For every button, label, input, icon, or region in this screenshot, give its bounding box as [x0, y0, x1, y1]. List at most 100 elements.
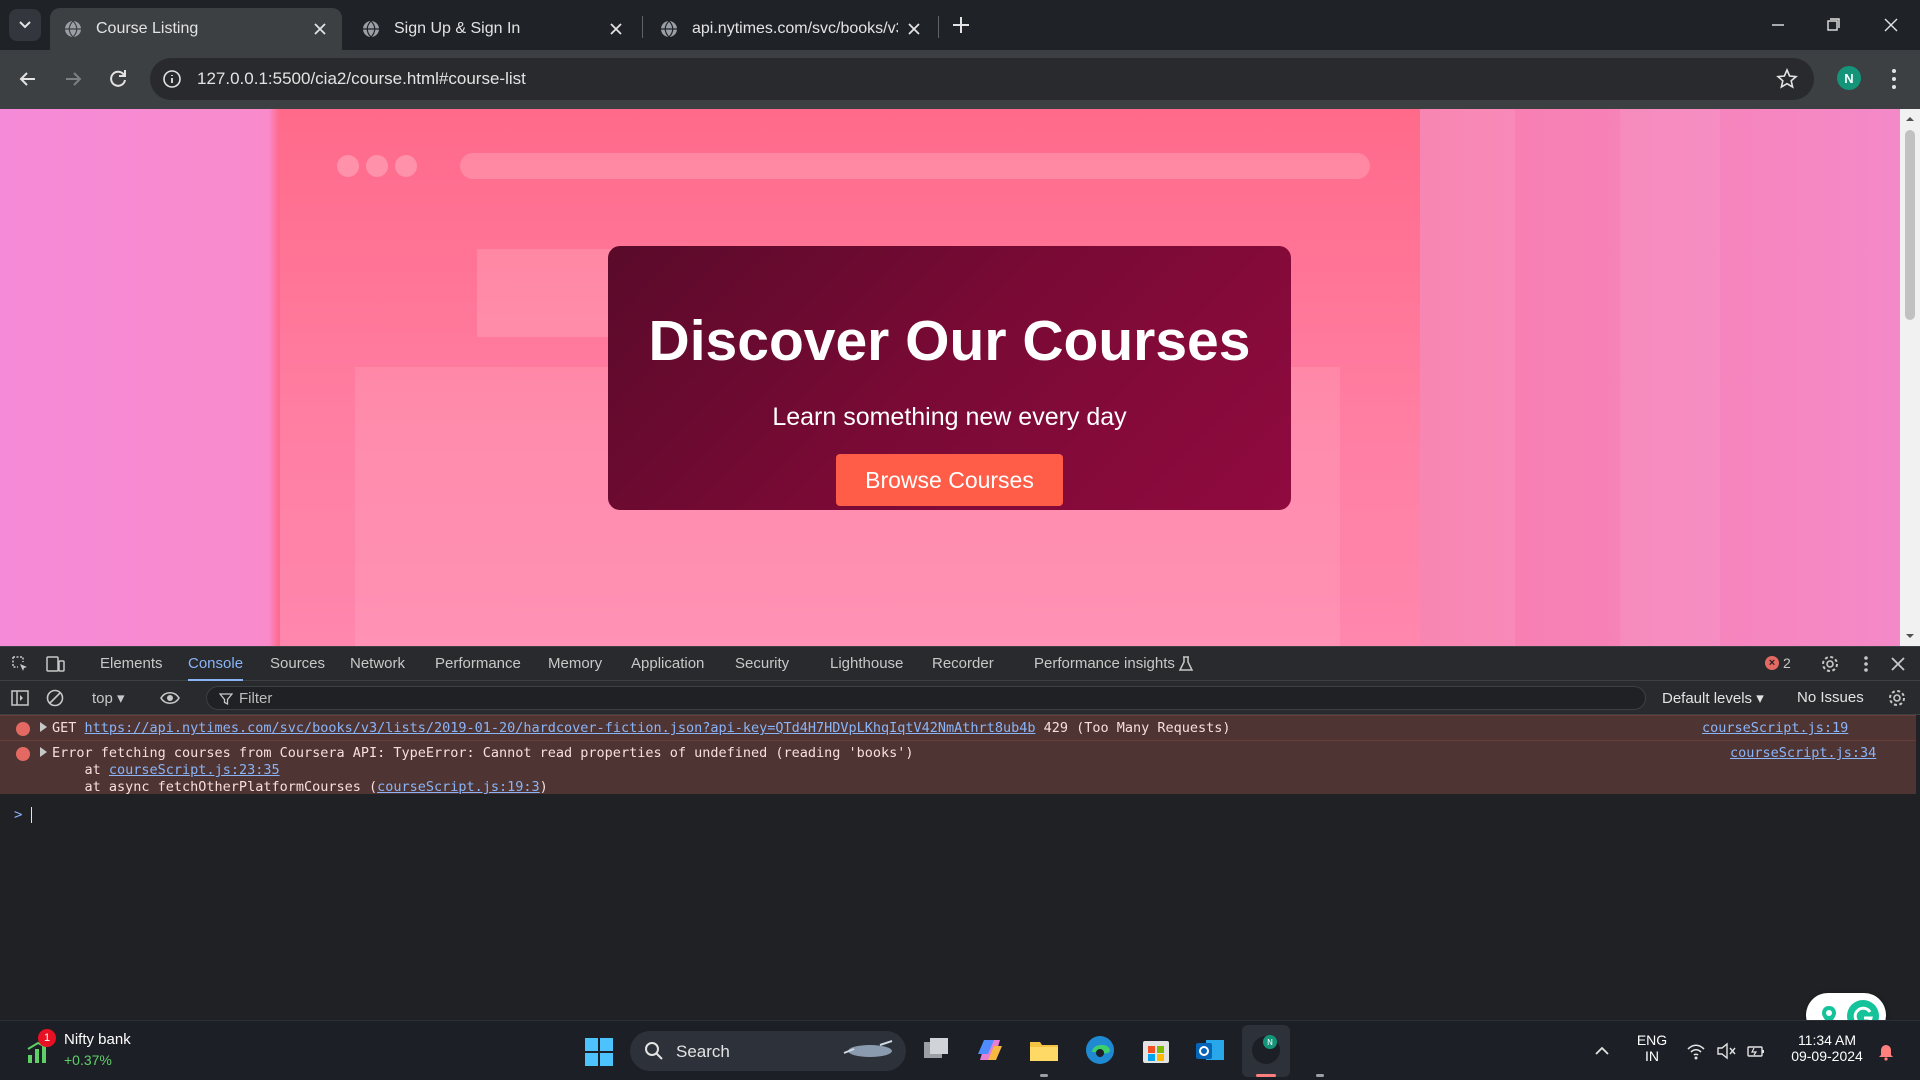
- device-toolbar-icon[interactable]: [45, 654, 65, 674]
- close-icon[interactable]: [1888, 654, 1908, 674]
- source-link[interactable]: courseScript.js:19: [1702, 720, 1848, 736]
- active-indicator: [1256, 1074, 1276, 1077]
- stock-name[interactable]: Nifty bank: [64, 1031, 131, 1048]
- devtools-tab-elements[interactable]: Elements: [100, 647, 163, 681]
- devtools-tab-memory[interactable]: Memory: [548, 647, 602, 681]
- tab-sign-up[interactable]: Sign Up & Sign In: [348, 8, 638, 50]
- stock-change: +0.37%: [64, 1052, 112, 1068]
- issues-counter[interactable]: No Issues: [1797, 689, 1864, 706]
- expand-triangle-icon[interactable]: [40, 722, 47, 732]
- stack-prefix: at async fetchOtherPlatformCourses (: [52, 779, 378, 795]
- console-prompt: >: [14, 807, 23, 823]
- devtools-tab-security[interactable]: Security: [735, 647, 789, 681]
- chrome-icon[interactable]: N: [1250, 1034, 1282, 1066]
- error-prefix: GET: [52, 720, 85, 736]
- console-input-caret[interactable]: [31, 807, 32, 823]
- region-code: IN: [1645, 1048, 1659, 1064]
- tab-course-listing[interactable]: Course Listing: [50, 8, 342, 50]
- background-strip: [1420, 109, 1515, 646]
- running-indicator: [1316, 1074, 1324, 1077]
- microsoft-store-icon[interactable]: [1140, 1034, 1172, 1066]
- windows-start-icon[interactable]: [584, 1037, 614, 1067]
- forward-arrow-icon[interactable]: [60, 66, 86, 92]
- devtools-tab-application[interactable]: Application: [631, 647, 704, 681]
- devtools-tab-performance-insights[interactable]: Performance insights: [1034, 647, 1175, 681]
- new-tab-icon[interactable]: [950, 14, 972, 36]
- clear-console-icon[interactable]: [45, 688, 65, 708]
- stack-link[interactable]: courseScript.js:19:3: [377, 779, 540, 795]
- globe-icon: [363, 20, 379, 38]
- stack-link[interactable]: courseScript.js:23:35: [109, 762, 280, 778]
- console-settings-gear-icon[interactable]: [1887, 688, 1907, 708]
- console-output: GET https://api.nytimes.com/svc/books/v3…: [0, 715, 1920, 1021]
- more-menu-icon[interactable]: [1882, 66, 1906, 92]
- source-link[interactable]: courseScript.js:34: [1730, 745, 1876, 761]
- speaker-muted-icon[interactable]: [1716, 1041, 1736, 1061]
- page-viewport: Discover Our Courses Learn something new…: [0, 109, 1920, 646]
- context-selector[interactable]: top ▾: [92, 689, 125, 707]
- scrollbar-thumb[interactable]: [1905, 130, 1915, 320]
- chevron-up-icon[interactable]: [1592, 1041, 1612, 1061]
- browser-tab-strip: Course Listing Sign Up & Sign In api.nyt…: [0, 0, 1920, 50]
- devtools-tab-console[interactable]: Console: [188, 647, 244, 681]
- devtools-tab-performance[interactable]: Performance: [435, 647, 521, 681]
- gear-icon[interactable]: [1820, 654, 1840, 674]
- site-info-icon[interactable]: [162, 69, 182, 89]
- language-indicator[interactable]: ENG IN: [1632, 1032, 1672, 1064]
- task-view-icon[interactable]: [920, 1034, 952, 1066]
- eye-icon[interactable]: [160, 688, 180, 708]
- error-count: 2: [1783, 655, 1791, 671]
- more-menu-icon[interactable]: [1856, 654, 1876, 674]
- globe-icon: [65, 20, 81, 38]
- language-code: ENG: [1636, 1032, 1668, 1048]
- devtools-tab-bar: Elements Console Sources Network Perform…: [0, 647, 1920, 681]
- bookmark-star-icon[interactable]: [1776, 68, 1798, 90]
- inspect-element-icon[interactable]: [10, 654, 30, 674]
- devtools-tab-sources[interactable]: Sources: [270, 647, 325, 681]
- wifi-icon[interactable]: [1686, 1041, 1706, 1061]
- stack-line: at async fetchOtherPlatformCourses (cour…: [52, 779, 548, 795]
- globe-icon: [661, 20, 677, 38]
- taskbar-search[interactable]: Search: [630, 1031, 906, 1071]
- context-value: top: [92, 690, 113, 707]
- browse-courses-button[interactable]: Browse Courses: [836, 454, 1063, 506]
- restore-icon[interactable]: [1820, 12, 1846, 38]
- window-close-icon[interactable]: [1878, 12, 1904, 38]
- scroll-up-icon[interactable]: [1905, 114, 1915, 124]
- edge-browser-icon[interactable]: [1084, 1034, 1116, 1066]
- error-count-badge[interactable]: × 2: [1765, 655, 1791, 671]
- sidebar-toggle-icon[interactable]: [10, 688, 30, 708]
- close-icon[interactable]: [906, 21, 922, 37]
- scroll-down-icon[interactable]: [1905, 631, 1915, 641]
- close-icon[interactable]: [312, 21, 328, 37]
- copilot-icon[interactable]: [974, 1034, 1006, 1066]
- address-bar[interactable]: 127.0.0.1:5500/cia2/course.html#course-l…: [150, 58, 1814, 100]
- devtools-tab-lighthouse[interactable]: Lighthouse: [830, 647, 903, 681]
- console-filter-input[interactable]: Filter: [206, 686, 1646, 710]
- tab-title: Course Listing: [96, 20, 199, 37]
- file-explorer-icon[interactable]: [1028, 1034, 1060, 1066]
- battery-icon[interactable]: [1746, 1041, 1766, 1061]
- expand-triangle-icon[interactable]: [40, 747, 47, 757]
- close-icon[interactable]: [608, 21, 624, 37]
- notification-bell-icon[interactable]: [1876, 1041, 1896, 1061]
- tab-nytimes-api[interactable]: api.nytimes.com/svc/books/v3/l: [646, 8, 936, 50]
- console-filter-bar: top ▾ Filter Default levels ▾ No Issues: [0, 681, 1920, 715]
- profile-avatar[interactable]: N: [1837, 66, 1861, 90]
- console-error-row[interactable]: Error fetching courses from Coursera API…: [0, 740, 1916, 795]
- devtools-tab-network[interactable]: Network: [350, 647, 405, 681]
- back-arrow-icon[interactable]: [15, 66, 41, 92]
- reload-icon[interactable]: [105, 66, 131, 92]
- log-levels-dropdown[interactable]: Default levels ▾: [1662, 689, 1764, 707]
- devtools-tab-recorder[interactable]: Recorder: [932, 647, 994, 681]
- tab-search-button[interactable]: [9, 9, 41, 41]
- search-label: Search: [676, 1042, 730, 1061]
- running-indicator: [1040, 1074, 1048, 1077]
- console-error-row[interactable]: GET https://api.nytimes.com/svc/books/v3…: [0, 715, 1916, 740]
- page-scrollbar[interactable]: [1900, 109, 1920, 646]
- minimize-icon[interactable]: [1765, 12, 1791, 38]
- request-url-link[interactable]: https://api.nytimes.com/svc/books/v3/lis…: [85, 720, 1036, 736]
- chevron-down-icon: [19, 21, 31, 29]
- clock[interactable]: 11:34 AM 09-09-2024: [1782, 1032, 1872, 1064]
- outlook-icon[interactable]: [1194, 1034, 1226, 1066]
